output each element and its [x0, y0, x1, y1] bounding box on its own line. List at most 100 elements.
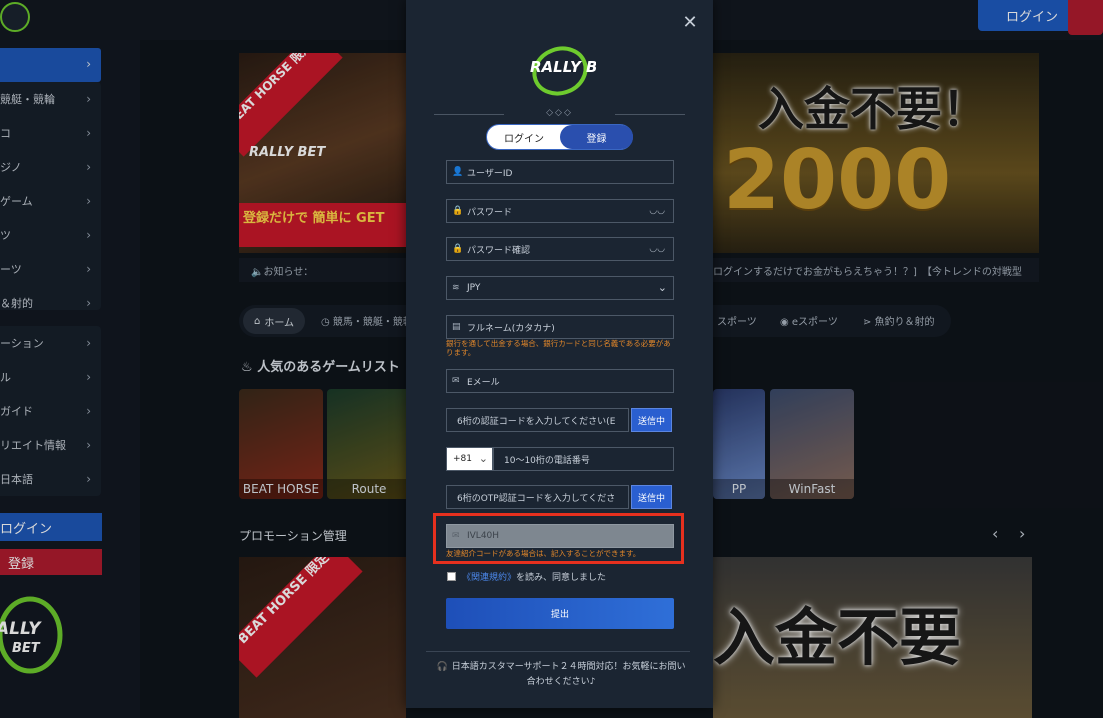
chevron-down-icon: ⌄	[478, 452, 488, 465]
rallybet-logo-icon: RALLY BET	[530, 46, 620, 96]
sidebar-item-guide[interactable]: ガイド ›	[0, 394, 101, 428]
chevron-right-icon: ›	[86, 262, 91, 276]
sidebar-item-poker[interactable]: コ ›	[0, 116, 101, 150]
agree-checkbox[interactable]	[447, 571, 456, 581]
promo-banner-right[interactable]: 入金不要	[713, 557, 1032, 718]
tab-register[interactable]: 登録	[560, 125, 633, 149]
game-card-winfast[interactable]: WinFast	[770, 389, 854, 499]
email-code-field[interactable]: 6桁の認証コードを入力してください(E	[446, 408, 629, 432]
support-text[interactable]: 🎧 日本語カスタマーサポート２４時間対応！お気軽にお問い合わせください♪	[434, 660, 688, 690]
home-icon: ⌂	[253, 315, 261, 327]
sidebar-item-label: ツ	[0, 229, 11, 242]
email-field[interactable]: ✉ Eメール	[446, 369, 674, 393]
category-sports[interactable]: スポーツ	[717, 313, 757, 328]
modal-logo: RALLY BET	[524, 44, 620, 98]
phone-field[interactable]: 10～10桁の電話番号	[493, 447, 674, 471]
game-card-label: PP	[713, 479, 765, 499]
email-code-placeholder: 6桁の認証コードを入力してください(E	[457, 416, 616, 427]
fullname-field[interactable]: ▤ フルネーム(カタカナ)	[446, 315, 674, 339]
sidebar-item-label: コ	[0, 127, 11, 140]
category-home-label: ホーム	[264, 317, 295, 329]
category-home[interactable]: ⌂ ホーム	[243, 308, 305, 334]
currency-value: JPY	[467, 283, 481, 293]
sidebar-login-button[interactable]: ログイン	[0, 513, 102, 541]
sidebar-item-label: ジノ	[0, 161, 22, 174]
fish-icon: ⋗	[863, 317, 875, 328]
chevron-right-icon: ›	[86, 404, 91, 418]
sidebar-item-label: ーション	[0, 337, 44, 350]
banner-no-deposit[interactable]: 入金不要！ 2000	[713, 53, 1039, 253]
mail-icon: ✉	[452, 376, 460, 386]
banner-brand: RALLY BET	[249, 145, 326, 160]
auth-toggle: ログイン 登録	[486, 124, 633, 150]
highlight-box	[433, 513, 684, 564]
email-code-send-button[interactable]: 送信中	[631, 408, 672, 432]
eye-closed-icon[interactable]: ◡◡	[649, 244, 665, 254]
game-card-label: WinFast	[770, 479, 854, 499]
password-confirm-field[interactable]: 🔒 パスワード確認 ◡◡	[446, 237, 674, 261]
rallybet-logo-icon: ALLY BET	[0, 596, 63, 674]
phone-placeholder: 10～10桁の電話番号	[504, 455, 590, 466]
game-card-pp[interactable]: PP	[713, 389, 765, 499]
tab-login[interactable]: ログイン	[487, 125, 561, 149]
password-placeholder: パスワード	[467, 207, 513, 218]
sidebar-item-games[interactable]: ゲーム ›	[0, 184, 101, 218]
horse-icon: ◷	[321, 317, 333, 328]
submit-button[interactable]: 提出	[446, 598, 674, 629]
category-horse[interactable]: ◷ 競馬・競艇・競輪	[321, 313, 413, 328]
category-horse-label: 競馬・競艇・競輪	[332, 317, 413, 328]
chevron-right-icon: ›	[86, 228, 91, 242]
game-card-route[interactable]: Route	[327, 389, 411, 499]
chevron-right-icon: ›	[86, 472, 91, 486]
eye-closed-icon[interactable]: ◡◡	[649, 206, 665, 216]
sidebar-register-button[interactable]: 登録	[0, 549, 102, 575]
chevron-down-icon: ⌄	[657, 281, 667, 294]
sidebar-item-sports[interactable]: ツ ›	[0, 218, 101, 252]
sidebar-item-label: ーツ	[0, 263, 22, 276]
sidebar-item-racing[interactable]: 競艇・競輪 ›	[0, 82, 101, 116]
currency-select[interactable]: ≋ JPY ⌄	[446, 276, 674, 300]
chevron-right-icon[interactable]: ›	[1019, 524, 1025, 543]
sidebar-item-label: 競艇・競輪	[0, 93, 55, 106]
sidebar-item-language[interactable]: 日本語 ›	[0, 462, 101, 496]
sidebar-item-fishing[interactable]: ＆射的 ›	[0, 286, 101, 320]
sidebar-item-active[interactable]: ›	[0, 48, 101, 82]
user-id-field[interactable]: 👤 ユーザーID	[446, 160, 674, 184]
fullname-hint: 銀行を通して出金する場合、銀行カードと同じ名義である必要があります。	[446, 339, 671, 357]
password-confirm-placeholder: パスワード確認	[467, 245, 531, 256]
country-code-select[interactable]: +81 ⌄	[446, 447, 493, 471]
game-card-label: BEAT HORSE	[239, 479, 323, 499]
password-field[interactable]: 🔒 パスワード ◡◡	[446, 199, 674, 223]
game-card-beat-horse[interactable]: BEAT HORSE	[239, 389, 323, 499]
otp-send-button[interactable]: 送信中	[631, 485, 672, 509]
notice-label: 🔈お知らせ：	[251, 267, 314, 278]
close-icon[interactable]: ✕	[681, 14, 699, 32]
sidebar-item-label: ゲーム	[0, 195, 33, 208]
category-fishing[interactable]: ⋗ 魚釣り＆射的	[863, 313, 935, 328]
site-logo[interactable]	[0, 2, 30, 32]
otp-field[interactable]: 6桁のOTP認証コードを入力してくださ	[446, 485, 629, 509]
promo-banner-left[interactable]: BEAT HORSE 限定	[239, 557, 406, 718]
chevron-left-icon[interactable]: ‹	[992, 524, 998, 543]
sidebar-item-label: ＆射的	[0, 297, 33, 310]
sidebar-item-promotion[interactable]: ーション ›	[0, 326, 101, 360]
promo-headline: 入金不要	[713, 601, 962, 674]
category-sports-label: スポーツ	[717, 317, 757, 328]
header-register-button[interactable]	[1068, 0, 1103, 35]
sidebar-item-rules[interactable]: ル ›	[0, 360, 101, 394]
sidebar-item-affiliate[interactable]: リエイト情報 ›	[0, 428, 101, 462]
notice-ticker: ログインするだけでお金がもらえちゃう！？] 【今トレンドの対戦型	[713, 267, 1022, 278]
divider-ornament: ◇◇◇	[434, 108, 685, 120]
chevron-right-icon: ›	[86, 336, 91, 350]
terms-link[interactable]: 《関連規約》	[462, 570, 516, 583]
svg-text:BET: BET	[12, 641, 41, 656]
category-fishing-label: 魚釣り＆射的	[874, 317, 935, 328]
sidebar-item-casino[interactable]: ジノ ›	[0, 150, 101, 184]
banner-beat-horse[interactable]: BEAT HORSE 限定 RALLY BET 登録だけで 簡単に GET	[239, 53, 406, 253]
game-card-label: Route	[327, 479, 411, 499]
category-esports[interactable]: ◉ eスポーツ	[780, 313, 838, 328]
support-label: 日本語カスタマーサポート２４時間対応！お気軽にお問い合わせください♪	[451, 662, 686, 687]
sidebar-item-esports[interactable]: ーツ ›	[0, 252, 101, 286]
banner-headline: 入金不要！	[758, 82, 988, 136]
sidebar-item-label: 日本語	[0, 473, 33, 486]
